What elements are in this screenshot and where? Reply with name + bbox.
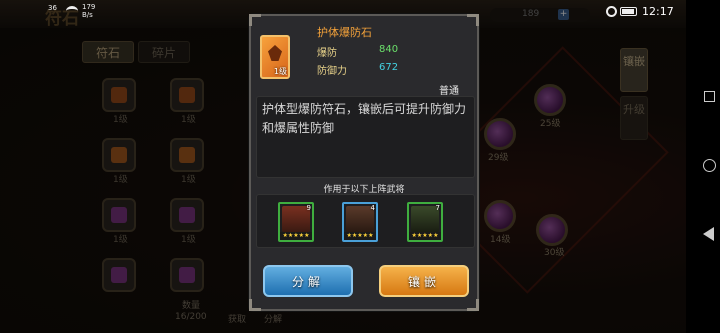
- network-speed: 179 B/s: [82, 3, 95, 19]
- item-description: 护体型爆防符石，镶嵌后可提升防御力和爆属性防御: [262, 102, 467, 135]
- network-speed-unit: B/s: [82, 11, 93, 19]
- stat-value: 672: [379, 62, 399, 73]
- back-button-icon[interactable]: [703, 227, 714, 241]
- battery-icon: [620, 7, 637, 16]
- item-name: 护体爆防石: [317, 26, 372, 39]
- decompose-button[interactable]: 分解: [263, 265, 353, 297]
- frame-corner: [249, 14, 261, 26]
- frame-corner: [467, 14, 479, 26]
- network-indicator: 36: [48, 4, 57, 12]
- recents-button-icon[interactable]: [704, 91, 715, 102]
- item-level: 1级: [273, 67, 287, 76]
- stat-label: 防御力: [317, 66, 347, 77]
- hero-card[interactable]: 4 ★★★★★: [342, 202, 378, 242]
- hero-stars: ★★★★★: [344, 232, 376, 240]
- stat-value: 840: [379, 44, 399, 55]
- stat-label: 爆防: [317, 48, 337, 59]
- description-box: 护体型爆防符石，镶嵌后可提升防御力和爆属性防御: [256, 96, 475, 178]
- hero-stars: ★★★★★: [409, 232, 441, 240]
- frame-corner: [467, 299, 479, 311]
- home-button-icon[interactable]: [703, 159, 716, 172]
- fist-rune-icon: [268, 45, 282, 61]
- quality-label: 普通: [439, 86, 459, 97]
- embed-button[interactable]: 镶嵌: [379, 265, 469, 297]
- alarm-icon: [606, 6, 617, 17]
- hero-level: 7: [435, 204, 440, 212]
- hero-card[interactable]: 7 ★★★★★: [407, 202, 443, 242]
- network-speed-value: 179: [82, 3, 96, 11]
- wifi-icon: [66, 6, 78, 16]
- hero-card[interactable]: 9 ★★★★★: [278, 202, 314, 242]
- status-time: 12:17: [642, 5, 674, 18]
- hero-stars: ★★★★★: [280, 232, 312, 240]
- heroes-list: 9 ★★★★★ 4 ★★★★★ 7 ★★★★★: [256, 194, 475, 248]
- hero-level: 4: [370, 204, 375, 212]
- frame-corner: [249, 299, 261, 311]
- hero-level: 9: [306, 204, 311, 212]
- item-detail-popup: 1级 护体爆防石 爆防 840 防御力 672 普通 护体型爆防符石，镶嵌后可提…: [249, 14, 479, 311]
- item-icon: 1级: [260, 35, 290, 79]
